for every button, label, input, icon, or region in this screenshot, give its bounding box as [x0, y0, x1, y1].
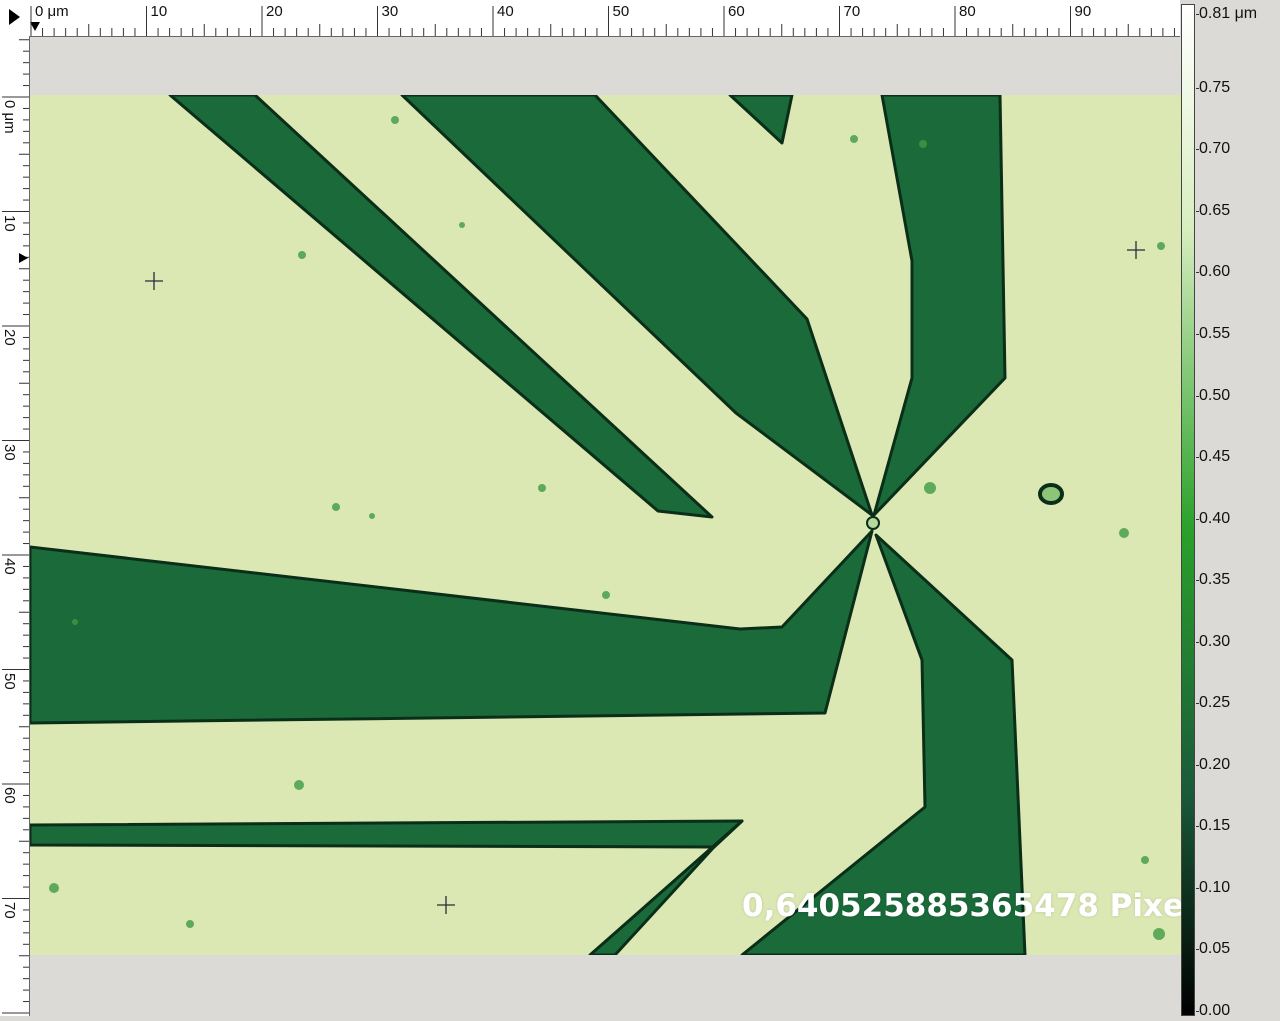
- colorbar-label: 0.45: [1199, 448, 1231, 466]
- vertical-ruler-label: 70: [1, 901, 18, 919]
- colorbar-label: 0.30: [1199, 632, 1231, 650]
- particle-speck: [298, 251, 306, 259]
- electrode-center-junction: [866, 516, 880, 530]
- colorbar-label: 0.60: [1199, 263, 1231, 281]
- particle-speck: [1153, 928, 1165, 940]
- colorbar-label: 0.81 μm: [1199, 5, 1258, 22]
- vertical-ruler-label: 10: [1, 214, 18, 232]
- vertical-ruler: 0 μm 10 20 30 40 50 60 70: [0, 36, 30, 1016]
- colorbar-label: 0.75: [1199, 78, 1231, 96]
- height-map-canvas[interactable]: [28, 93, 1182, 957]
- particle-speck: [850, 135, 858, 143]
- particle-speck: [369, 513, 375, 519]
- pixel-size-overlay: 0,640525885365478 Pixel: [742, 888, 1195, 924]
- vertical-ruler-label: 30: [1, 443, 18, 461]
- colorbar-label: 0.20: [1199, 755, 1231, 773]
- particle-speck: [538, 484, 546, 492]
- colorbar-label: 0.15: [1199, 817, 1231, 835]
- vertical-ruler-ticks: [2, 39, 29, 1014]
- particle-speck: [72, 619, 78, 625]
- colorbar-label: 0.00: [1199, 1002, 1231, 1019]
- particle-speck: [602, 591, 610, 599]
- particle-speck: [459, 222, 465, 228]
- particle-blob: [1038, 483, 1064, 505]
- vertical-ruler-label: 40: [1, 558, 18, 575]
- colorbar-scale: 0.81 μm 0.75 0.70 0.65 0.60 0.55 0.50 0.45 0.40 0…: [1196, 0, 1280, 1021]
- colorbar-label: 0.50: [1199, 386, 1231, 404]
- particle-speck: [186, 920, 194, 928]
- colorbar-label: 0.25: [1199, 694, 1231, 712]
- electrode-lower-left-thin: [28, 819, 744, 849]
- colorbar-label: 0.65: [1199, 201, 1231, 219]
- particle-speck: [49, 883, 59, 893]
- vertical-ruler-label: 0 μm: [1, 100, 18, 134]
- vertical-ruler-marker-icon[interactable]: [19, 253, 28, 263]
- particle-speck: [1157, 242, 1165, 250]
- horizontal-ruler: 0 μm 10 20 30 40 50 60 70 80 90: [0, 0, 1180, 37]
- colorbar-label: 0.35: [1199, 571, 1231, 589]
- microscope-height-image[interactable]: [28, 93, 1182, 957]
- colorbar-label: 0.70: [1199, 140, 1231, 158]
- particle-speck: [919, 140, 927, 148]
- particle-speck: [924, 482, 936, 494]
- particle-speck: [391, 116, 399, 124]
- vertical-ruler-label: 20: [1, 329, 18, 346]
- vertical-ruler-label: 50: [1, 672, 18, 690]
- particle-speck: [1119, 528, 1129, 538]
- particle-speck: [294, 780, 304, 790]
- horizontal-ruler-ticks: [30, 6, 1175, 36]
- colorbar-label: 0.10: [1199, 878, 1231, 896]
- colorbar-label: 0.05: [1199, 940, 1231, 958]
- height-colorbar: [1181, 4, 1195, 1016]
- colorbar-label: 0.55: [1199, 325, 1231, 343]
- vertical-ruler-label: 60: [1, 787, 18, 804]
- colorbar-label: 0.40: [1199, 509, 1231, 527]
- particle-speck: [332, 503, 340, 511]
- particle-speck: [1141, 856, 1149, 864]
